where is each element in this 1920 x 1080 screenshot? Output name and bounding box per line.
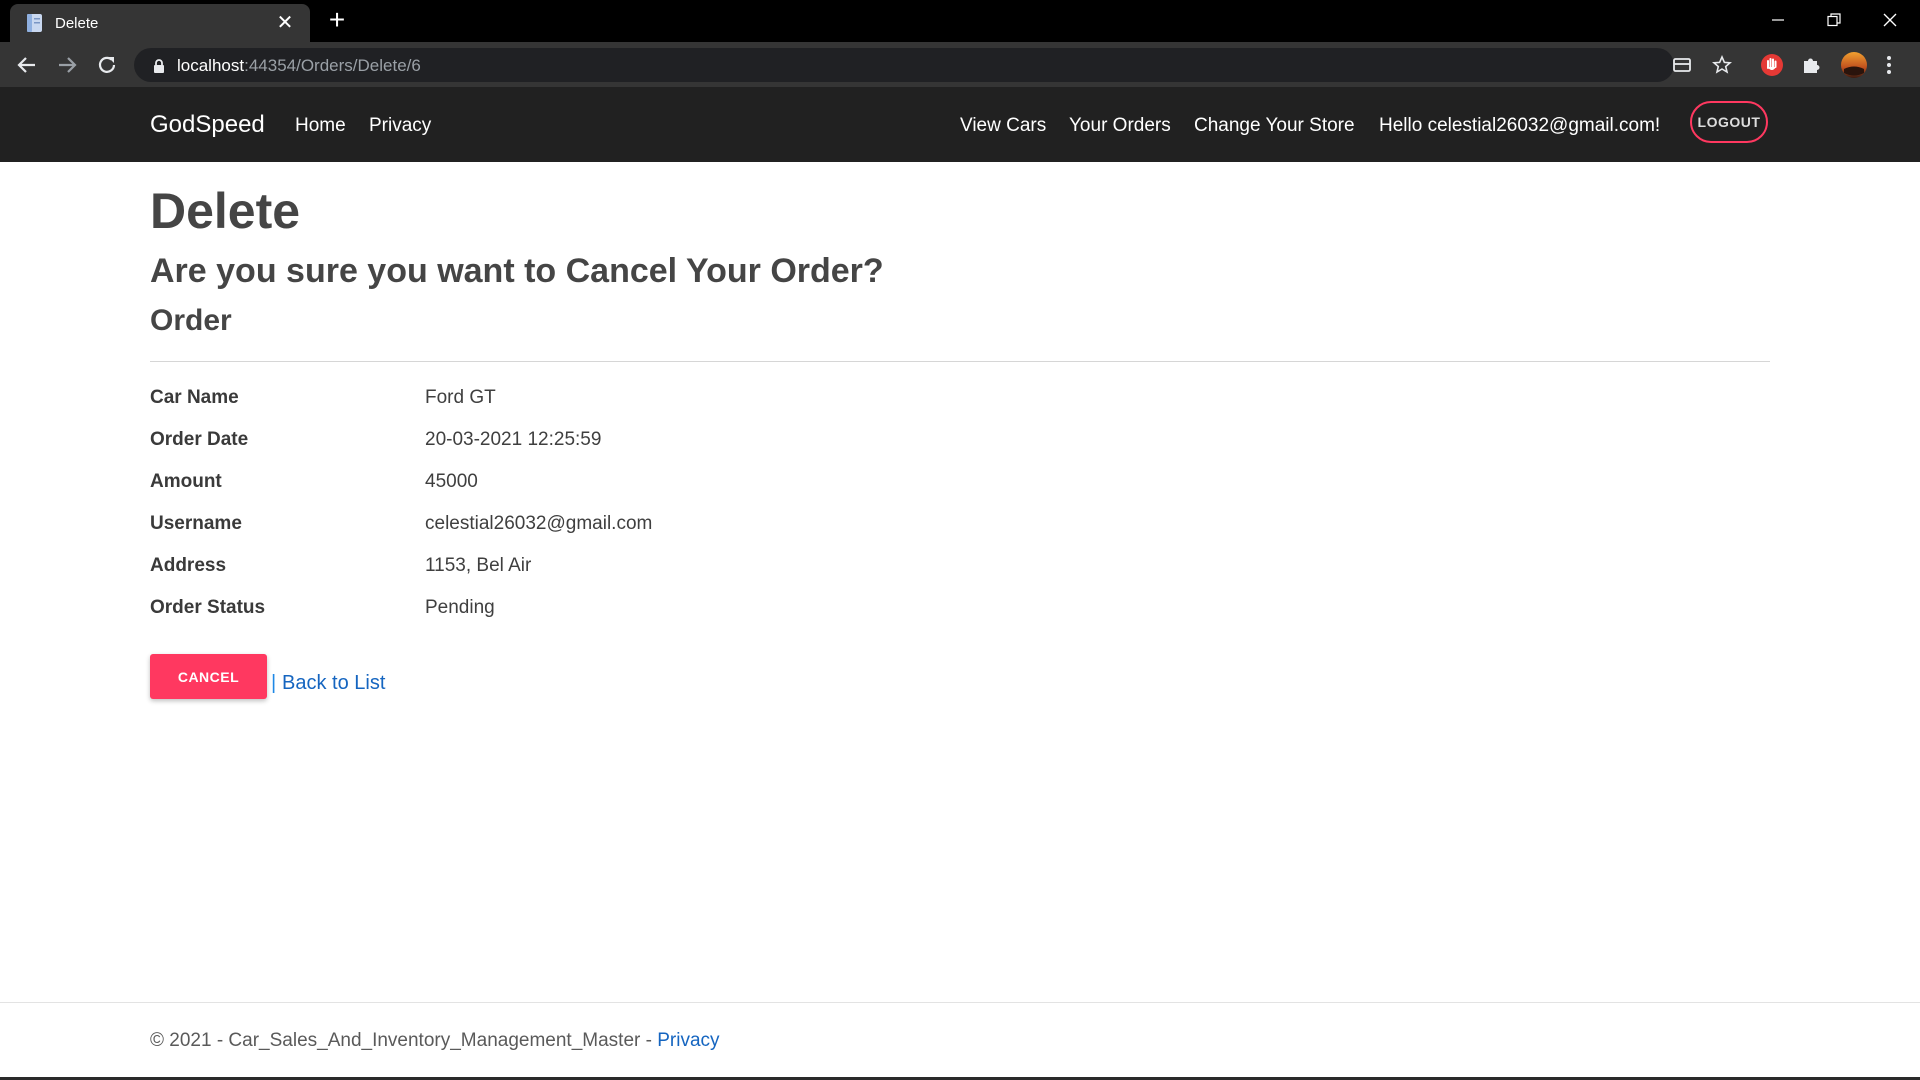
logout-button[interactable]: LOGOUT [1690,101,1768,143]
detail-label: Amount [150,471,222,492]
forward-arrow-icon[interactable] [54,52,80,78]
footer-divider [0,1002,1920,1003]
url-host: localhost [177,56,245,75]
nav-link-your-orders[interactable]: Your Orders [1069,115,1171,137]
detail-label: Car Name [150,387,239,408]
detail-label: Order Date [150,429,249,450]
confirmation-question: Are you sure you want to Cancel Your Ord… [150,252,884,290]
footer: © 2021 - Car_Sales_And_Inventory_Managem… [150,1030,720,1052]
reload-icon[interactable] [94,52,120,78]
address-bar[interactable]: localhost:44354/Orders/Delete/6 [134,48,1732,82]
tab-title: Delete [55,15,99,32]
close-icon [1883,13,1897,27]
browser-tab[interactable]: Delete ✕ [10,4,310,42]
detail-value: 1153, Bel Air [425,555,532,576]
detail-value: 20-03-2021 12:25:59 [425,429,602,450]
user-greeting[interactable]: Hello celestial26032@gmail.com! [1379,115,1660,137]
browser-tab-bar: Delete ✕ + [0,0,1920,42]
back-to-list-link[interactable]: Back to List [282,672,385,695]
nav-link-privacy[interactable]: Privacy [369,115,431,137]
detail-label: Address [150,555,227,576]
new-tab-icon[interactable]: + [324,6,350,34]
nav-link-view-cars[interactable]: View Cars [960,115,1046,137]
avatar[interactable] [1840,51,1868,79]
puzzle-extensions-icon[interactable] [1799,52,1825,78]
extension-hand-icon[interactable] [1759,52,1785,78]
minimize-window-button[interactable] [1750,0,1806,40]
cancel-order-button[interactable]: CANCEL [150,654,267,699]
restore-icon [1827,13,1841,27]
page-title: Delete [150,183,301,239]
browser-menu-icon[interactable] [1882,52,1896,78]
url-text: localhost:44354/Orders/Delete/6 [177,56,421,76]
footer-copyright: © 2021 - Car_Sales_And_Inventory_Managem… [150,1030,658,1051]
detail-value: 45000 [425,471,478,492]
section-heading: Order [150,304,232,337]
bookmark-star-icon[interactable] [1712,55,1732,75]
url-path: :44354/Orders/Delete/6 [244,56,421,75]
detail-value: Ford GT [425,387,496,408]
nav-link-home[interactable]: Home [295,115,346,137]
detail-label: Username [150,513,242,534]
card-icon[interactable] [1672,55,1692,75]
close-window-button[interactable] [1862,0,1918,40]
site-navbar: GodSpeed Home Privacy View Cars Your Ord… [0,87,1920,162]
page-icon [27,14,42,32]
restore-window-button[interactable] [1806,0,1862,40]
footer-privacy-link[interactable]: Privacy [657,1030,719,1051]
minimize-icon [1772,19,1784,21]
nav-link-change-store[interactable]: Change Your Store [1194,115,1355,137]
divider [150,361,1770,362]
detail-value: celestial26032@gmail.com [425,513,653,534]
link-separator: | [271,672,277,694]
browser-toolbar: localhost:44354/Orders/Delete/6 [0,42,1920,87]
brand-logo[interactable]: GodSpeed [150,111,265,139]
detail-label: Order Status [150,597,266,618]
back-arrow-icon[interactable] [14,52,40,78]
lock-icon [154,59,164,73]
close-tab-icon[interactable]: ✕ [274,12,296,34]
detail-value: Pending [425,597,495,618]
